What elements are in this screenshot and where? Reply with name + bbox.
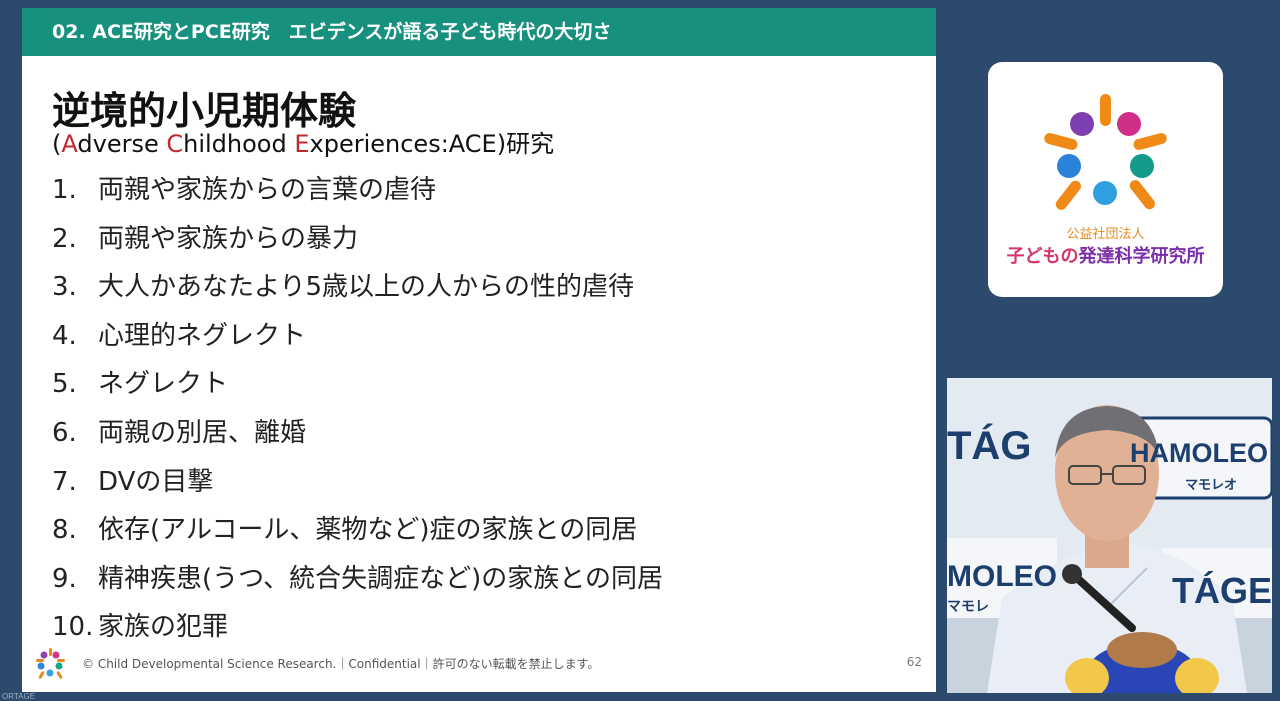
organization-logo-card: 公益社団法人 子どもの発達科学研究所 xyxy=(988,62,1223,297)
subtitle-letter-a: A xyxy=(61,130,78,158)
organization-logo-icon xyxy=(1044,94,1167,210)
org-name-part1: 子どもの xyxy=(1006,246,1079,267)
subtitle-letter-e: E xyxy=(294,130,310,158)
list-item-text: 依存(アルコール、薬物など)症の家族との同居 xyxy=(98,515,638,546)
list-item: 8. 依存(アルコール、薬物など)症の家族との同居 xyxy=(52,506,663,555)
presentation-slide: 02. ACE研究とPCE研究 エビデンスが語る子ども時代の大切さ 逆境的小児期… xyxy=(22,8,936,692)
subtitle-open-paren: ( xyxy=(52,130,62,158)
list-item-number: 6. xyxy=(52,417,77,448)
list-item-number: 2. xyxy=(52,223,77,254)
list-item-text: DVの目撃 xyxy=(98,466,214,497)
subtitle-word-adverse: dverse xyxy=(77,130,167,158)
speaker-video: TÁG HAMOLEO マモレオ MOLEO マモレ TÁGE xyxy=(947,378,1272,693)
org-type-label: 公益社団法人 xyxy=(1066,227,1145,242)
list-item: 1. 両親や家族からの言葉の虐待 xyxy=(52,166,663,215)
list-item: 7. DVの目撃 xyxy=(52,458,663,507)
list-item-text: 精神疾患(うつ、統合失調症など)の家族との同居 xyxy=(98,563,663,594)
slide-header: 02. ACE研究とPCE研究 エビデンスが語る子ども時代の大切さ xyxy=(22,8,936,56)
page-number: 62 xyxy=(906,655,922,669)
backdrop-brand-text: マモレオ xyxy=(1185,477,1238,492)
list-item-text: 家族の犯罪 xyxy=(98,612,229,643)
list-item-text: 心理的ネグレクト xyxy=(98,320,307,351)
backdrop-brand-text: TÁG xyxy=(947,424,1032,468)
subtitle-word-experiences: xperiences:ACE xyxy=(309,130,497,158)
list-item-text: 両親や家族からの言葉の虐待 xyxy=(98,175,437,205)
slide-footer: © Child Developmental Science Research.｜… xyxy=(32,644,922,684)
list-item-number: 3. xyxy=(52,272,77,303)
backdrop-brand-text: HAMOLEO xyxy=(1130,438,1268,468)
backdrop-brand-text: MOLEO xyxy=(947,560,1057,593)
list-item-number: 9. xyxy=(52,563,77,594)
list-item-text: 両親や家族からの暴力 xyxy=(98,223,359,254)
list-item-number: 4. xyxy=(52,320,77,351)
org-logo-small-icon xyxy=(36,648,65,679)
subtitle-letter-c: C xyxy=(166,130,184,158)
ace-item-list: 1. 両親や家族からの言葉の虐待 2. 両親や家族からの暴力 3. 大人かあなたより5… xyxy=(52,166,663,652)
list-item-text: 両親の別居、離婚 xyxy=(98,417,307,448)
list-item-text: 大人かあなたより5歳以上の人からの性的虐待 xyxy=(98,272,635,303)
list-item: 5. ネグレクト xyxy=(52,360,663,409)
backdrop-brand-text: マモレ xyxy=(947,598,989,614)
backdrop-brand-text: TÁGE xyxy=(1172,570,1272,611)
org-name-part2: 発達科学研究所 xyxy=(1078,246,1205,267)
list-item-text: ネグレクト xyxy=(98,369,229,400)
list-item: 4. 心理的ネグレクト xyxy=(52,312,663,361)
stream-label: ORTAGE xyxy=(2,692,36,701)
org-name: 子どもの発達科学研究所 xyxy=(988,242,1223,268)
list-item-number: 5. xyxy=(52,369,77,400)
list-item: 6. 両親の別居、離婚 xyxy=(52,409,663,458)
subtitle-word-childhood: hildhood xyxy=(183,130,295,158)
slide-subtitle: (Adverse Childhood Experiences:ACE)研究 xyxy=(52,124,554,159)
list-item-number: 8. xyxy=(52,515,77,546)
list-item-number: 7. xyxy=(52,466,77,497)
subtitle-close: )研究 xyxy=(496,130,555,158)
list-item: 3. 大人かあなたより5歳以上の人からの性的虐待 xyxy=(52,263,663,312)
copyright-text: © Child Developmental Science Research.｜… xyxy=(82,657,600,671)
list-item: 9. 精神疾患(うつ、統合失調症など)の家族との同居 xyxy=(52,555,663,604)
list-item: 2. 両親や家族からの暴力 xyxy=(52,215,663,264)
list-item-number: 1. xyxy=(52,175,77,205)
